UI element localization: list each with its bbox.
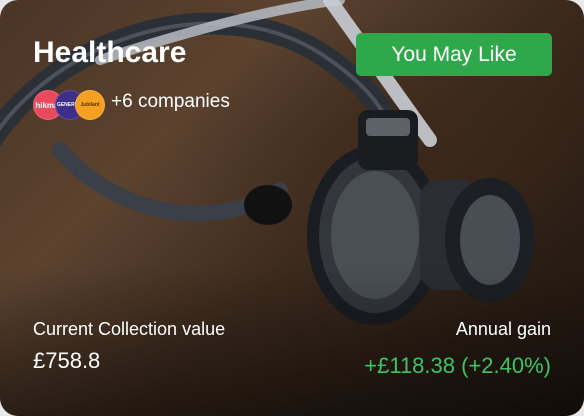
collection-value: £758.8 [33, 348, 101, 373]
company-logo: Jubilant [75, 90, 105, 120]
collection-value-label: Current Collection value [33, 319, 226, 339]
annual-gain-label: Annual gain [455, 319, 551, 339]
bottom-shade [0, 266, 584, 416]
collection-title: Healthcare [33, 36, 187, 69]
you-may-like-button[interactable]: You May Like [356, 33, 552, 76]
collection-card[interactable]: Healthcare You May Like hikma. GENERICS … [0, 0, 584, 416]
companies-count: +6 companies [111, 91, 230, 112]
company-logos: hikma. GENERICS Jubilant [33, 90, 105, 120]
annual-gain-value: +£118.38 (+2.40%) [364, 353, 551, 378]
